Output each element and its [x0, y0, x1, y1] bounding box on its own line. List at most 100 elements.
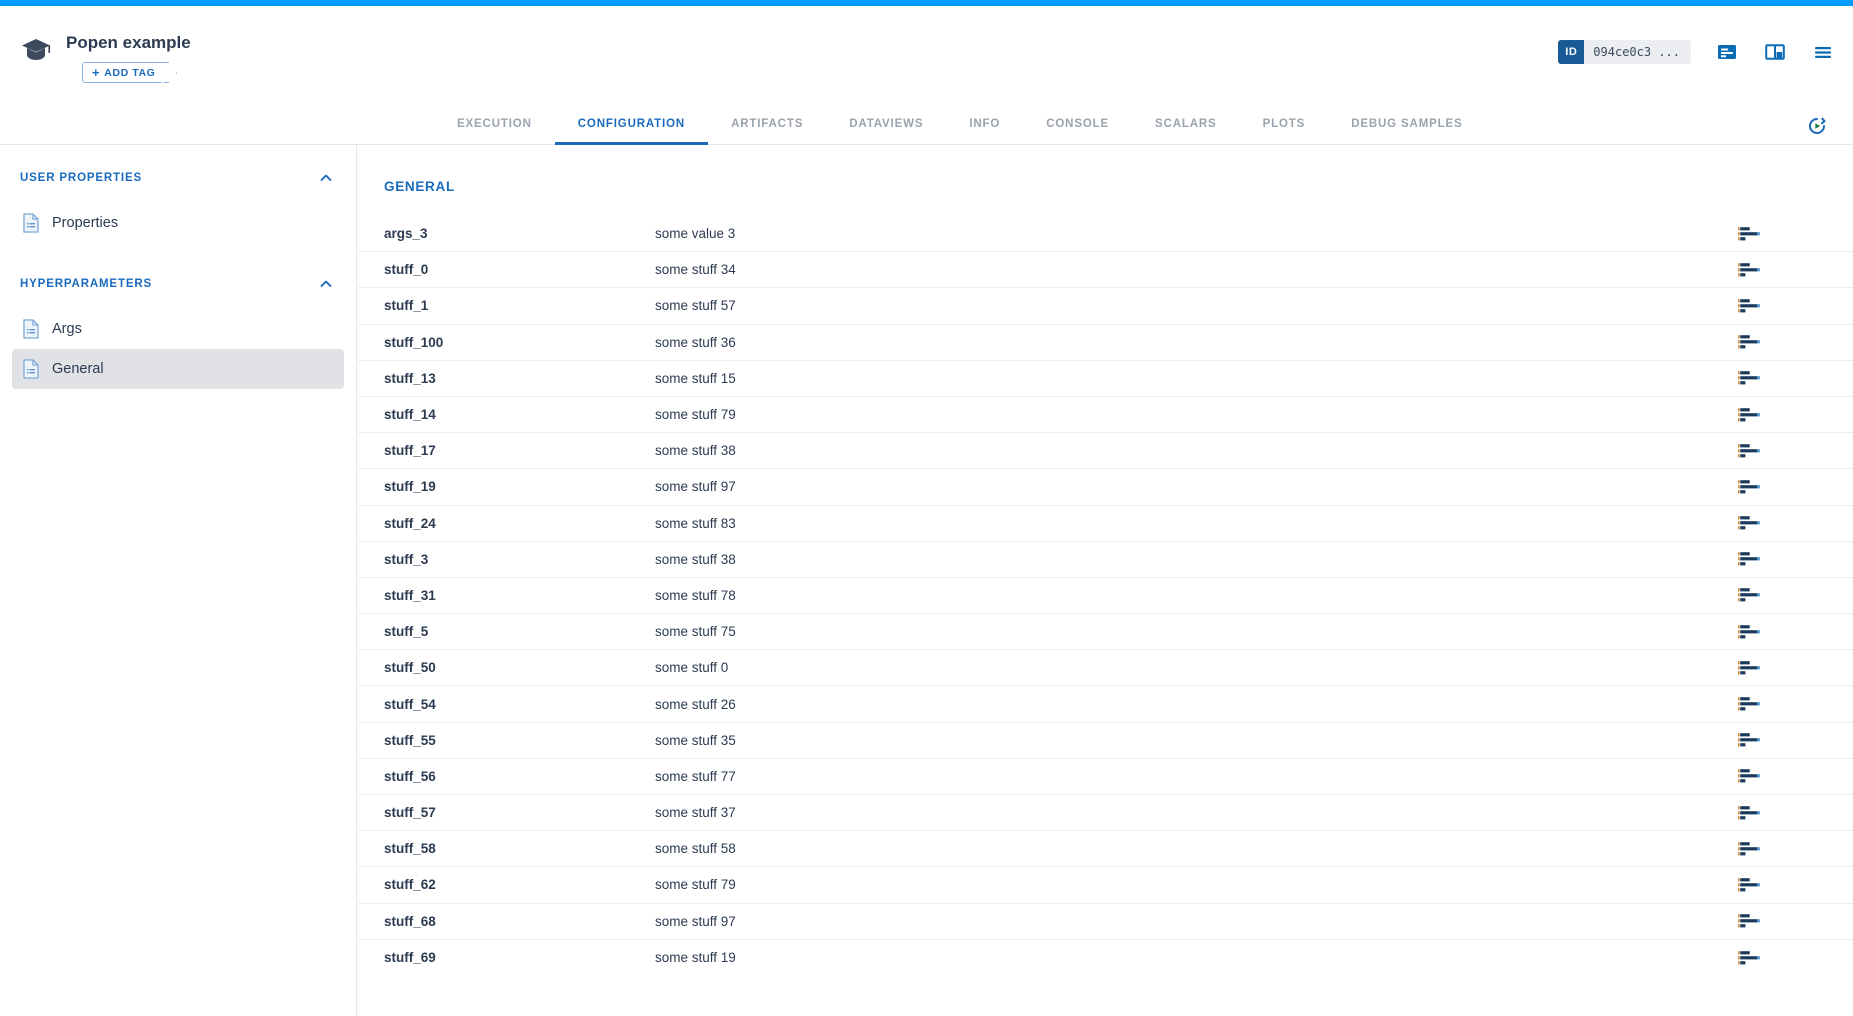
row-key: stuff_55: [384, 733, 655, 748]
bar-chart-icon[interactable]: [1738, 877, 1760, 893]
row-action-cell: [1738, 298, 1853, 314]
tab-debug-samples[interactable]: DEBUG SAMPLES: [1328, 106, 1485, 145]
configuration-table: args_3some value 3stuff_0some stuff 34st…: [358, 216, 1853, 976]
chevron-up-icon[interactable]: [318, 276, 334, 292]
bar-chart-icon[interactable]: [1738, 841, 1760, 857]
split-panel-icon[interactable]: [1763, 40, 1787, 64]
bar-chart-icon[interactable]: [1738, 950, 1760, 966]
table-row[interactable]: stuff_50some stuff 0: [358, 650, 1853, 686]
table-row[interactable]: stuff_3some stuff 38: [358, 542, 1853, 578]
row-key: stuff_57: [384, 805, 655, 820]
row-action-cell: [1738, 370, 1853, 386]
table-row[interactable]: stuff_69some stuff 19: [358, 940, 1853, 976]
bar-chart-icon[interactable]: [1738, 696, 1760, 712]
row-action-cell: [1738, 479, 1853, 495]
row-action-cell: [1738, 334, 1853, 350]
task-id-badge[interactable]: ID 094ce0c3 ...: [1558, 40, 1691, 64]
table-row[interactable]: stuff_0some stuff 34: [358, 252, 1853, 288]
sidebar-item-args[interactable]: Args: [12, 309, 344, 349]
table-row[interactable]: stuff_13some stuff 15: [358, 361, 1853, 397]
tab-info[interactable]: INFO: [946, 106, 1023, 145]
bar-chart-icon[interactable]: [1738, 443, 1760, 459]
sidebar-item-properties[interactable]: Properties: [12, 203, 344, 243]
details-icon[interactable]: [1715, 40, 1739, 64]
row-value: some stuff 77: [655, 769, 1738, 784]
bar-chart-icon[interactable]: [1738, 407, 1760, 423]
row-action-cell: [1738, 696, 1853, 712]
table-row[interactable]: stuff_55some stuff 35: [358, 723, 1853, 759]
table-row[interactable]: stuff_19some stuff 97: [358, 469, 1853, 505]
row-value: some stuff 15: [655, 371, 1738, 386]
row-key: stuff_0: [384, 262, 655, 277]
spacer: [0, 193, 356, 203]
row-key: stuff_31: [384, 588, 655, 603]
plus-icon: +: [92, 65, 100, 80]
row-action-cell: [1738, 841, 1853, 857]
table-row[interactable]: stuff_54some stuff 26: [358, 686, 1853, 722]
table-row[interactable]: stuff_58some stuff 58: [358, 831, 1853, 867]
table-row[interactable]: stuff_1some stuff 57: [358, 288, 1853, 324]
table-row[interactable]: stuff_56some stuff 77: [358, 759, 1853, 795]
sidebar-section-label: HYPERPARAMETERS: [20, 278, 152, 290]
row-key: stuff_68: [384, 914, 655, 929]
bar-chart-icon[interactable]: [1738, 370, 1760, 386]
tab-execution[interactable]: EXECUTION: [434, 106, 555, 145]
table-row[interactable]: stuff_68some stuff 97: [358, 904, 1853, 940]
page-header: Popen example + ADD TAG ID 094ce0c3 ...: [0, 6, 1853, 106]
document-icon: [22, 319, 40, 339]
row-key: stuff_56: [384, 769, 655, 784]
bar-chart-icon[interactable]: [1738, 551, 1760, 567]
bar-chart-icon[interactable]: [1738, 732, 1760, 748]
row-action-cell: [1738, 732, 1853, 748]
tab-console[interactable]: CONSOLE: [1023, 106, 1132, 145]
main-content: GENERAL args_3some value 3stuff_0some st…: [358, 145, 1853, 1016]
tab-configuration[interactable]: CONFIGURATION: [555, 106, 708, 145]
table-row[interactable]: stuff_62some stuff 79: [358, 867, 1853, 903]
row-value: some stuff 97: [655, 479, 1738, 494]
row-key: stuff_62: [384, 877, 655, 892]
row-value: some value 3: [655, 226, 1738, 241]
tab-artifacts[interactable]: ARTIFACTS: [708, 106, 826, 145]
bar-chart-icon[interactable]: [1738, 913, 1760, 929]
tab-dataviews[interactable]: DATAVIEWS: [826, 106, 946, 145]
row-action-cell: [1738, 551, 1853, 567]
bar-chart-icon[interactable]: [1738, 515, 1760, 531]
table-row[interactable]: args_3some value 3: [358, 216, 1853, 252]
bar-chart-icon[interactable]: [1738, 479, 1760, 495]
sidebar-item-general[interactable]: General: [12, 349, 344, 389]
table-row[interactable]: stuff_5some stuff 75: [358, 614, 1853, 650]
bar-chart-icon[interactable]: [1738, 334, 1760, 350]
table-row[interactable]: stuff_57some stuff 37: [358, 795, 1853, 831]
sidebar-section-user-properties[interactable]: USER PROPERTIES: [0, 163, 356, 193]
row-value: some stuff 38: [655, 443, 1738, 458]
bar-chart-icon[interactable]: [1738, 805, 1760, 821]
row-value: some stuff 97: [655, 914, 1738, 929]
tab-scalars[interactable]: SCALARS: [1132, 106, 1240, 145]
hamburger-menu-icon[interactable]: [1811, 40, 1835, 64]
sidebar-section-label: USER PROPERTIES: [20, 172, 142, 184]
bar-chart-icon[interactable]: [1738, 624, 1760, 640]
tab-plots[interactable]: PLOTS: [1240, 106, 1329, 145]
table-row[interactable]: stuff_24some stuff 83: [358, 506, 1853, 542]
table-row[interactable]: stuff_17some stuff 38: [358, 433, 1853, 469]
tab-list: EXECUTION CONFIGURATION ARTIFACTS DATAVI…: [434, 106, 1486, 145]
bar-chart-icon[interactable]: [1738, 660, 1760, 676]
bar-chart-icon[interactable]: [1738, 587, 1760, 603]
row-value: some stuff 37: [655, 805, 1738, 820]
table-row[interactable]: stuff_100some stuff 36: [358, 325, 1853, 361]
row-value: some stuff 83: [655, 516, 1738, 531]
chevron-up-icon[interactable]: [318, 170, 334, 186]
sidebar-section-hyperparameters[interactable]: HYPERPARAMETERS: [0, 269, 356, 299]
table-row[interactable]: stuff_14some stuff 79: [358, 397, 1853, 433]
bar-chart-icon[interactable]: [1738, 768, 1760, 784]
row-action-cell: [1738, 262, 1853, 278]
add-tag-button[interactable]: + ADD TAG: [82, 62, 169, 83]
bar-chart-icon[interactable]: [1738, 226, 1760, 242]
spacer: [0, 299, 356, 309]
table-row[interactable]: stuff_31some stuff 78: [358, 578, 1853, 614]
document-icon: [22, 213, 40, 233]
bar-chart-icon[interactable]: [1738, 262, 1760, 278]
row-key: stuff_19: [384, 479, 655, 494]
bar-chart-icon[interactable]: [1738, 298, 1760, 314]
auto-refresh-icon[interactable]: [1805, 114, 1829, 138]
